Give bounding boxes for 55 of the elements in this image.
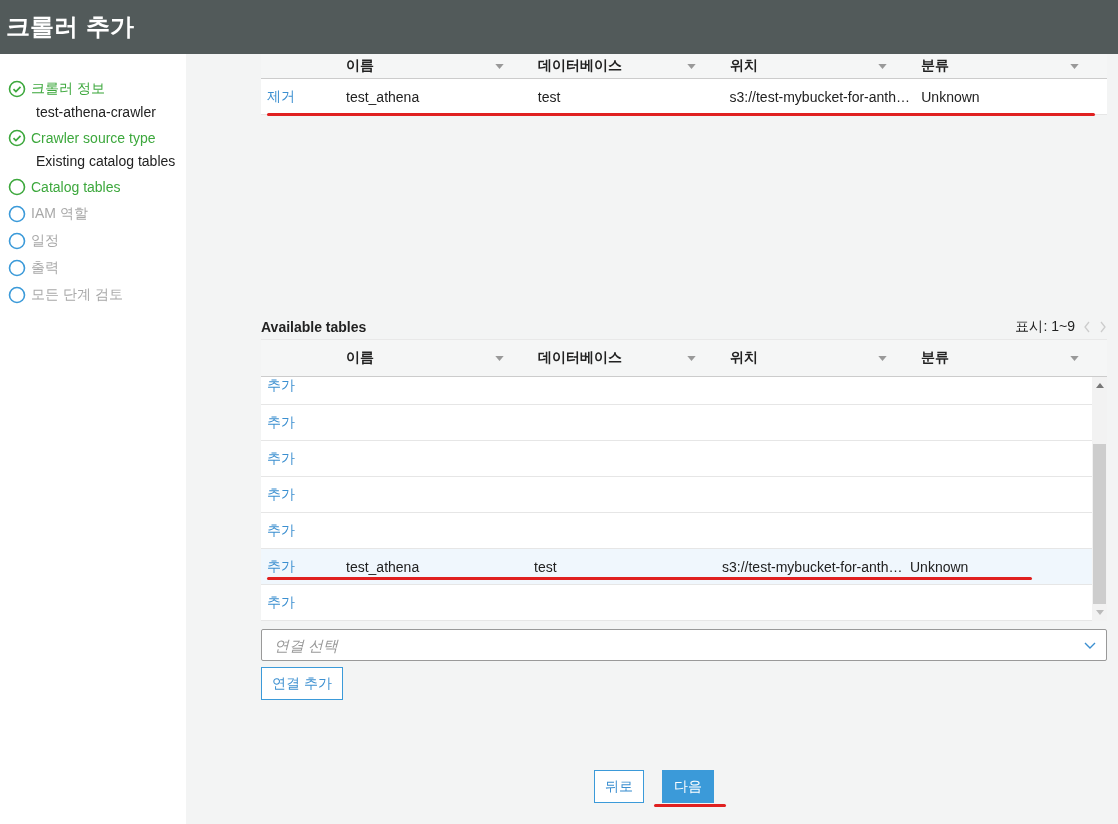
column-header[interactable]: 분류 (921, 349, 950, 367)
next-page-icon[interactable] (1099, 321, 1107, 333)
column-header[interactable]: 위치 (729, 349, 758, 367)
column-header[interactable]: 이름 (346, 349, 374, 367)
column-header[interactable]: 데이터베이스 (537, 57, 622, 75)
table-cell-text: test_athena (345, 88, 421, 105)
column-header[interactable]: 데이터베이스 (537, 349, 622, 367)
scroll-up-icon[interactable] (1095, 383, 1104, 388)
caret-icon[interactable] (878, 355, 888, 361)
add-connection-button[interactable]: 연결 추가 (261, 667, 343, 700)
step-detail: Existing catalog tables (35, 153, 177, 169)
step-label[interactable]: 모든 단계 검토 (31, 286, 123, 304)
connection-input[interactable]: 연결 선택 (272, 635, 1084, 655)
scroll-down-icon[interactable] (1095, 610, 1104, 615)
table-cell-text: s3://test-mybucket-for-anth… (721, 558, 904, 575)
caret-icon[interactable] (494, 355, 504, 361)
table-cell-text: Unknown (920, 88, 981, 105)
back-button[interactable]: 뒤로 (594, 770, 644, 803)
caret-icon[interactable] (1070, 355, 1079, 361)
caret-icon[interactable] (494, 63, 504, 69)
table-cell-text: test (536, 88, 562, 105)
section-title: Available tables (261, 319, 367, 335)
add-link[interactable]: 추가 (267, 377, 295, 393)
add-link[interactable]: 추가 (267, 521, 295, 538)
step-label[interactable]: 일정 (31, 232, 59, 250)
step-detail: test-athena-crawler (35, 104, 157, 120)
step-label[interactable]: 출력 (31, 259, 59, 277)
caret-icon[interactable] (878, 63, 888, 69)
scrollbar[interactable] (1092, 377, 1107, 621)
add-link[interactable]: 추가 (267, 593, 295, 610)
step-label[interactable]: IAM 역할 (31, 205, 88, 223)
step-label[interactable]: 크롤러 정보 (31, 80, 105, 98)
table-cell-text: s3://test-mybucket-for-anth… (728, 88, 911, 105)
previous-page-icon[interactable] (1083, 321, 1091, 333)
table-cell-text: test_athena (345, 558, 421, 575)
caret-icon[interactable] (686, 355, 696, 361)
paging-text: 표시: 1~9 (1015, 318, 1075, 336)
column-header[interactable]: 분류 (921, 57, 950, 75)
add-link[interactable]: 추가 (267, 413, 295, 430)
table-cell-text: test (533, 558, 558, 575)
table-cell-text: Unknown (909, 558, 970, 575)
add-link[interactable]: 추가 (267, 485, 295, 502)
step-label[interactable]: Catalog tables (31, 179, 121, 195)
column-header[interactable]: 위치 (729, 57, 758, 75)
step-label[interactable]: Crawler source type (31, 130, 156, 146)
connection-select[interactable]: 연결 선택 (261, 629, 1107, 661)
next-button[interactable]: 다음 (662, 770, 714, 803)
caret-icon[interactable] (1070, 63, 1079, 69)
add-link[interactable]: 추가 (267, 449, 295, 466)
caret-icon[interactable] (686, 63, 696, 69)
column-header[interactable]: 이름 (346, 57, 374, 75)
page-title: 크롤러 추가 (6, 12, 135, 43)
remove-link[interactable]: 제거 (267, 87, 295, 104)
add-link[interactable]: 추가 (267, 557, 295, 574)
chevron-down-icon[interactable] (1084, 641, 1096, 649)
